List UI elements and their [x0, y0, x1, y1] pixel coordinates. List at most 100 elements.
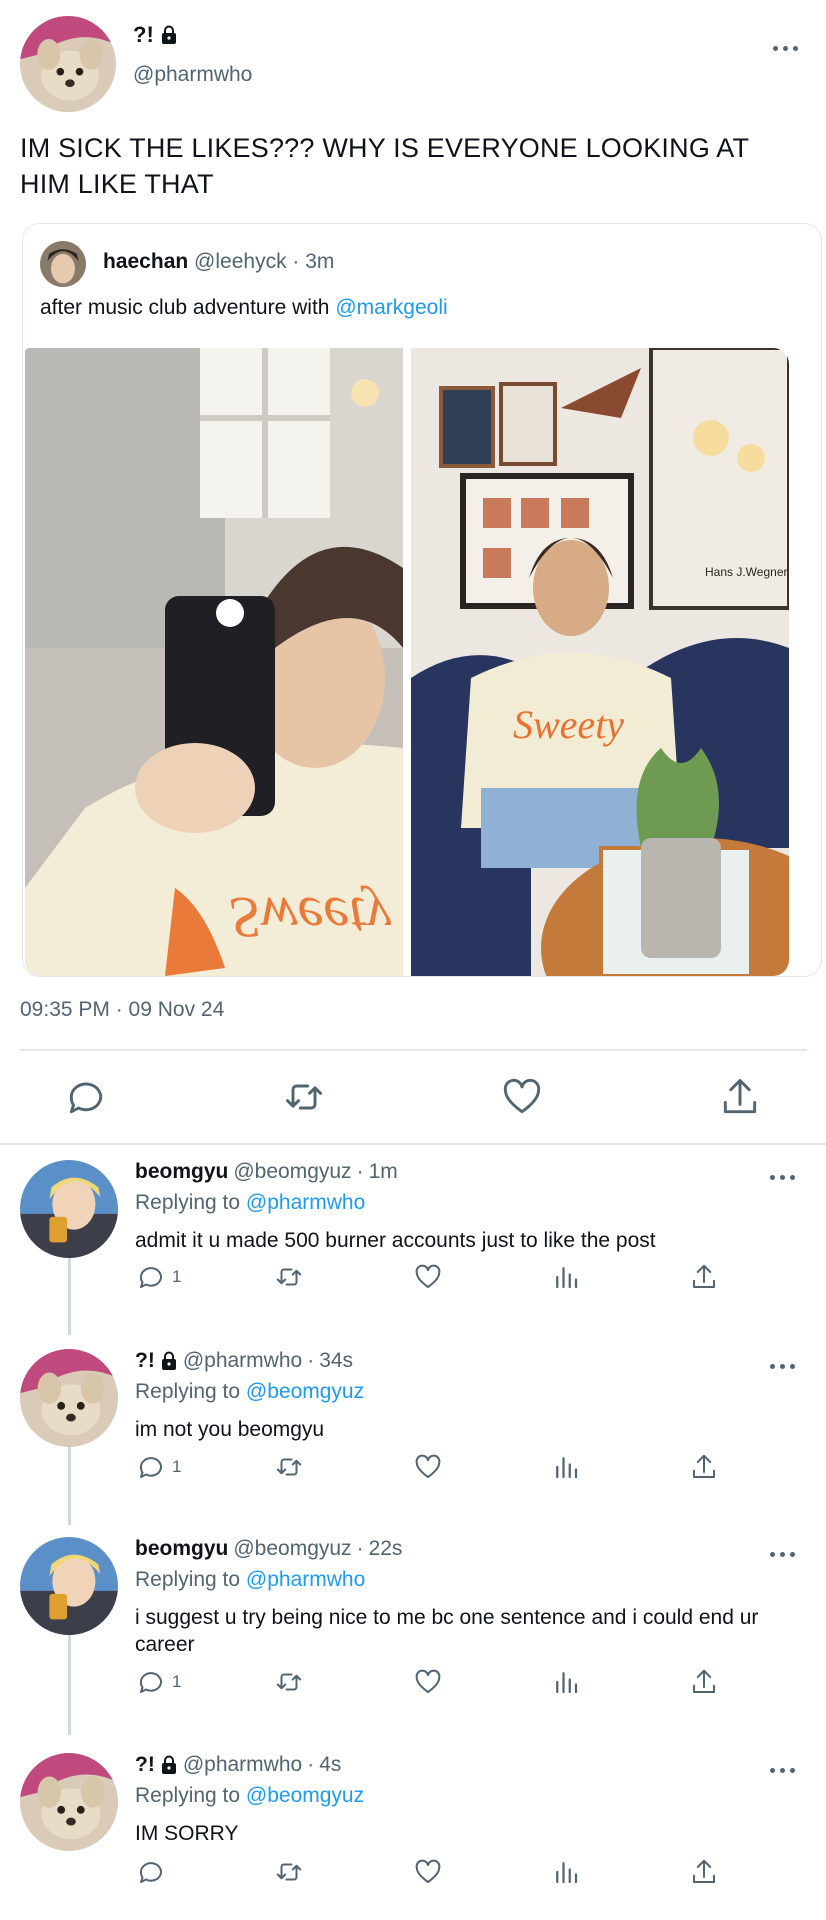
- share-button[interactable]: [718, 1075, 762, 1119]
- dog-avatar-image: [20, 16, 116, 112]
- reply-action-bar: 1: [0, 1451, 826, 1485]
- replying-to-link[interactable]: @pharmwho: [246, 1191, 365, 1214]
- tweet-text: IM SICK THE LIKES??? WHY IS EVERYONE LOO…: [20, 133, 749, 199]
- reply-time: 4s: [319, 1753, 342, 1776]
- photo-mirror-selfie[interactable]: Sweety: [25, 348, 403, 976]
- author-name[interactable]: ?!: [133, 22, 178, 48]
- replying-to: Replying to @pharmwho: [135, 1191, 366, 1214]
- like-icon: [415, 1454, 441, 1478]
- views-button[interactable]: [551, 1451, 581, 1483]
- divider: [0, 1143, 826, 1145]
- reply-author-handle[interactable]: @pharmwho: [183, 1753, 302, 1777]
- reply-author-name[interactable]: ?!: [135, 1349, 155, 1373]
- share-icon: [723, 1079, 757, 1114]
- reply-text: admit it u made 500 burner accounts just…: [135, 1229, 656, 1252]
- replying-to-link[interactable]: @beomgyuz: [246, 1380, 364, 1403]
- reply-header: beomgyu @beomgyuz · 1m: [135, 1160, 398, 1184]
- reply-author-name[interactable]: beomgyu: [135, 1160, 228, 1184]
- views-button[interactable]: [551, 1666, 581, 1698]
- share-button[interactable]: [689, 1666, 719, 1698]
- reply-text: IM SORRY: [135, 1822, 239, 1845]
- retweet-icon: [276, 1458, 302, 1476]
- quoted-author-avatar[interactable]: [40, 241, 86, 287]
- views-icon: [556, 1457, 578, 1479]
- like-button[interactable]: [413, 1261, 443, 1293]
- photo-chair-portrait[interactable]: Sweety Hans J.Wegner: [411, 348, 789, 976]
- reply-icon: [139, 1862, 162, 1883]
- like-button[interactable]: [413, 1666, 443, 1698]
- author-avatar[interactable]: [20, 16, 116, 112]
- more-icon[interactable]: [770, 1361, 798, 1371]
- reply-author-handle[interactable]: @pharmwho: [183, 1349, 302, 1373]
- reply-icon: [139, 1672, 162, 1693]
- reply-header: ?! @pharmwho · 34s: [135, 1349, 354, 1373]
- retweet-button[interactable]: [282, 1075, 326, 1119]
- reply-button[interactable]: [136, 1856, 172, 1888]
- share-button[interactable]: [689, 1451, 719, 1483]
- views-icon: [556, 1267, 578, 1289]
- share-button[interactable]: [689, 1856, 719, 1888]
- reply-button[interactable]: 1: [136, 1451, 181, 1483]
- like-icon: [415, 1264, 441, 1288]
- views-button[interactable]: [551, 1856, 581, 1888]
- lock-icon: [161, 1351, 176, 1370]
- retweet-button[interactable]: [274, 1451, 304, 1483]
- reply-icon: [139, 1267, 162, 1288]
- retweet-button[interactable]: [274, 1261, 304, 1293]
- reply-count: 1: [172, 1267, 182, 1286]
- quoted-tweet-text: after music club adventure with @markgeo…: [40, 296, 448, 319]
- mention-link[interactable]: @markgeoli: [335, 296, 447, 319]
- retweet-icon: [276, 1268, 302, 1286]
- divider: [20, 1049, 807, 1051]
- reply-author-name[interactable]: ?!: [135, 1753, 155, 1777]
- like-button[interactable]: [413, 1451, 443, 1483]
- like-button[interactable]: [413, 1856, 443, 1888]
- beomgyu-avatar-image: [20, 1160, 118, 1258]
- share-icon: [693, 1859, 715, 1883]
- share-button[interactable]: [689, 1261, 719, 1293]
- views-button[interactable]: [551, 1261, 581, 1293]
- tweet-timestamp[interactable]: 09:35 PM · 09 Nov 24: [20, 998, 224, 1022]
- lock-icon: [161, 25, 176, 44]
- reply-button[interactable]: 1: [136, 1261, 181, 1293]
- reply-author-avatar[interactable]: [20, 1349, 118, 1447]
- reply-author-handle[interactable]: @beomgyuz: [233, 1160, 351, 1184]
- reply-text: i suggest u try being nice to me bc one …: [135, 1606, 759, 1656]
- replying-to-link[interactable]: @pharmwho: [246, 1568, 365, 1591]
- like-icon: [503, 1078, 541, 1114]
- more-icon[interactable]: [770, 1549, 798, 1559]
- reply-icon: [69, 1082, 103, 1114]
- more-icon[interactable]: [770, 1765, 798, 1775]
- reply-header: beomgyu @beomgyuz · 22s: [135, 1537, 403, 1561]
- share-icon: [693, 1669, 715, 1693]
- reply-author-avatar[interactable]: [20, 1537, 118, 1635]
- reply-button[interactable]: 1: [136, 1666, 181, 1698]
- quoted-author-meta: haechan @leehyck · 3m: [103, 250, 335, 273]
- chair-portrait-image: Sweety Hans J.Wegner: [411, 348, 789, 976]
- reply-author-avatar[interactable]: [20, 1160, 118, 1258]
- reply-action-bar: 1: [0, 1261, 826, 1295]
- retweet-button[interactable]: [274, 1856, 304, 1888]
- reply-action-bar: [0, 1856, 826, 1890]
- like-icon: [415, 1859, 441, 1883]
- replying-to-link[interactable]: @beomgyuz: [246, 1784, 364, 1807]
- haechan-avatar-image: [40, 241, 86, 287]
- replying-to: Replying to @beomgyuz: [135, 1380, 365, 1403]
- reply-icon: [139, 1457, 162, 1478]
- reply-time: 22s: [368, 1537, 403, 1560]
- poster-caption: Hans J.Wegner: [705, 565, 787, 579]
- shirt-print-text-right: Sweety: [513, 702, 624, 747]
- author-handle[interactable]: @pharmwho: [133, 63, 252, 87]
- more-icon[interactable]: [773, 43, 801, 53]
- more-icon[interactable]: [770, 1172, 798, 1182]
- reply-author-handle[interactable]: @beomgyuz: [233, 1537, 351, 1561]
- like-button[interactable]: [500, 1075, 544, 1119]
- retweet-icon: [286, 1084, 322, 1110]
- quoted-tweet[interactable]: haechan @leehyck · 3m after music club a…: [22, 223, 822, 977]
- reply-button[interactable]: [64, 1075, 108, 1119]
- reply-count: 1: [172, 1457, 182, 1476]
- replying-to: Replying to @beomgyuz: [135, 1784, 365, 1807]
- retweet-button[interactable]: [274, 1666, 304, 1698]
- reply-author-avatar[interactable]: [20, 1753, 118, 1851]
- reply-author-name[interactable]: beomgyu: [135, 1537, 228, 1561]
